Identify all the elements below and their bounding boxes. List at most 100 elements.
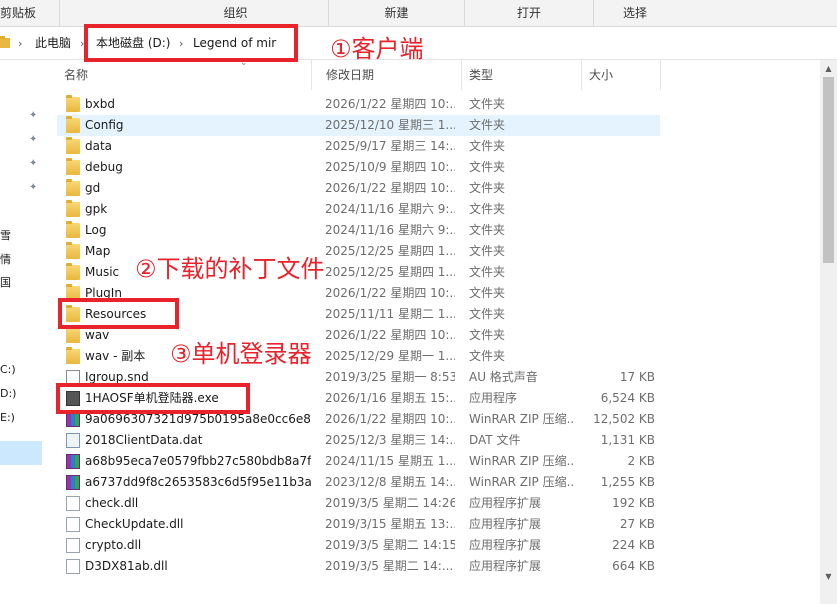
file-type: 应用程序扩展 bbox=[469, 517, 542, 531]
folder-icon bbox=[66, 221, 80, 238]
file-row[interactable]: debug 2025/10/9 星期四 10:... 文件夹 bbox=[57, 157, 660, 178]
file-date: 2026/1/22 星期四 10:... bbox=[325, 412, 455, 426]
file-name: data bbox=[85, 139, 113, 153]
column-header-date[interactable]: 修改日期 bbox=[319, 60, 462, 90]
folder-icon bbox=[66, 347, 80, 364]
pin-icon[interactable]: ✦ bbox=[29, 134, 39, 145]
column-header-size[interactable]: 大小 bbox=[582, 60, 661, 90]
file-type: 文件夹 bbox=[469, 328, 506, 342]
dll-icon bbox=[66, 517, 80, 532]
file-type: 应用程序扩展 bbox=[469, 538, 542, 552]
file-row[interactable]: crypto.dll 2019/3/5 星期二 14:15 应用程序扩展 224 KB bbox=[57, 535, 660, 556]
file-date: 2025/12/29 星期一 1... bbox=[325, 349, 455, 363]
folder-icon bbox=[66, 95, 80, 112]
file-row[interactable]: D3DX81ab.dll 2019/3/5 星期二 14:... 应用程序扩展 664… bbox=[57, 556, 660, 577]
column-header-name[interactable]: 名称 bbox=[57, 60, 312, 90]
file-size: 2 KB bbox=[627, 454, 655, 468]
file-type: AU 格式声音 bbox=[469, 370, 538, 384]
scroll-up-icon[interactable]: ▲ bbox=[824, 64, 833, 73]
file-type: 文件夹 bbox=[469, 202, 506, 216]
ribbon-group-open[interactable]: 打开 bbox=[465, 0, 594, 27]
file-size: 6,524 KB bbox=[600, 391, 655, 405]
column-header-bar: ⌄ 名称 修改日期 类型 大小 bbox=[57, 58, 820, 90]
file-type: 文件夹 bbox=[469, 139, 506, 153]
pin-icon[interactable]: ✦ bbox=[29, 110, 39, 121]
file-row[interactable]: data 2025/9/17 星期三 14:... 文件夹 bbox=[57, 136, 660, 157]
file-row[interactable]: gpk 2024/11/16 星期六 9:... 文件夹 bbox=[57, 199, 660, 220]
file-name: bxbd bbox=[85, 97, 115, 111]
scrollbar-thumb[interactable] bbox=[823, 77, 834, 263]
file-type: 文件夹 bbox=[469, 349, 506, 363]
folder-icon bbox=[66, 242, 80, 259]
folder-icon bbox=[0, 36, 10, 48]
nav-item[interactable]: 雪 bbox=[0, 227, 11, 243]
file-name: a6737dd9f8c2653583c6d5f95e11b3a... bbox=[85, 475, 311, 489]
annotation-box-launcher bbox=[56, 383, 250, 414]
winrar-zip-icon bbox=[66, 412, 80, 427]
ribbon-group-select[interactable]: 选择 bbox=[594, 0, 676, 27]
file-size: 192 KB bbox=[612, 496, 655, 510]
file-date: 2025/9/17 星期三 14:... bbox=[325, 139, 455, 153]
file-type: 应用程序扩展 bbox=[469, 496, 542, 510]
file-size: 17 KB bbox=[619, 370, 655, 384]
file-date: 2025/12/25 星期四 1... bbox=[325, 244, 455, 258]
file-date: 2025/11/11 星期二 1... bbox=[325, 307, 455, 321]
file-name: debug bbox=[85, 160, 123, 174]
winrar-zip-icon bbox=[66, 454, 80, 469]
file-date: 2026/1/16 星期五 15:... bbox=[325, 391, 455, 405]
nav-selected-highlight bbox=[0, 441, 42, 465]
annotation-box-resources bbox=[58, 298, 179, 329]
file-row[interactable]: CheckUpdate.dll 2019/3/15 星期五 13:... 应用程序扩… bbox=[57, 514, 660, 535]
file-row[interactable]: 2018ClientData.dat 2025/12/3 星期三 14:... DA… bbox=[57, 430, 660, 451]
nav-drive-d[interactable]: D:) bbox=[0, 387, 16, 400]
nav-drive-e[interactable]: E:) bbox=[0, 411, 15, 424]
file-name: Config bbox=[85, 118, 124, 132]
file-row[interactable]: wav - 副本 2025/12/29 星期一 1... 文件夹 bbox=[57, 346, 660, 367]
file-type: 文件夹 bbox=[469, 160, 506, 174]
file-date: 2026/1/22 星期四 10:... bbox=[325, 181, 455, 195]
ribbon-group-new[interactable]: 新建 bbox=[329, 0, 465, 27]
file-date: 2025/12/10 星期三 1... bbox=[325, 118, 455, 132]
file-date: 2026/1/22 星期四 10:... bbox=[325, 328, 455, 342]
file-date: 2023/12/8 星期五 14:... bbox=[325, 475, 455, 489]
file-row[interactable]: Config 2025/12/10 星期三 1... 文件夹 bbox=[57, 115, 660, 136]
file-row[interactable]: a6737dd9f8c2653583c6d5f95e11b3a... 2023/1… bbox=[57, 472, 660, 493]
file-size: 1,131 KB bbox=[600, 433, 655, 447]
file-row[interactable]: bxbd 2026/1/22 星期四 10:... 文件夹 bbox=[57, 94, 660, 115]
nav-drive-c[interactable]: C:) bbox=[0, 363, 16, 376]
scroll-down-icon[interactable]: ▼ bbox=[824, 572, 833, 581]
vertical-scrollbar[interactable]: ▲ ▼ bbox=[820, 60, 837, 604]
file-type: 文件夹 bbox=[469, 265, 506, 279]
nav-item[interactable]: 国 bbox=[0, 274, 11, 290]
file-size: 27 KB bbox=[619, 517, 655, 531]
file-type: 应用程序扩展 bbox=[469, 559, 542, 573]
dll-icon bbox=[66, 559, 80, 574]
file-name: CheckUpdate.dll bbox=[85, 517, 184, 531]
file-row[interactable]: gd 2026/1/22 星期四 10:... 文件夹 bbox=[57, 178, 660, 199]
file-row[interactable]: Log 2024/11/16 星期六 9:... 文件夹 bbox=[57, 220, 660, 241]
pin-icon[interactable]: ✦ bbox=[29, 158, 39, 169]
file-size: 12,502 KB bbox=[593, 412, 655, 426]
file-name: check.dll bbox=[85, 496, 139, 510]
file-type: WinRAR ZIP 压缩... bbox=[469, 454, 575, 468]
file-name: D3DX81ab.dll bbox=[85, 559, 168, 573]
file-date: 2025/12/3 星期三 14:... bbox=[325, 433, 455, 447]
file-size: 1,255 KB bbox=[600, 475, 655, 489]
file-date: 2025/10/9 星期四 10:... bbox=[325, 160, 455, 174]
file-name: gpk bbox=[85, 202, 108, 216]
file-row[interactable]: check.dll 2019/3/5 星期二 14:26 应用程序扩展 192 KB bbox=[57, 493, 660, 514]
ribbon-group-organize[interactable]: 组织 bbox=[143, 0, 329, 27]
file-row[interactable]: a68b95eca7e0579fbb27c580bdb8a7f... 2024/1… bbox=[57, 451, 660, 472]
dat-file-icon bbox=[66, 433, 80, 448]
ribbon-group-clipboard[interactable]: 剪贴板 bbox=[0, 0, 60, 27]
dll-icon bbox=[66, 538, 80, 553]
breadcrumb-this-pc[interactable]: 此电脑 bbox=[35, 27, 71, 60]
pin-icon[interactable]: ✦ bbox=[29, 182, 39, 193]
file-type: 应用程序 bbox=[469, 391, 518, 405]
file-name: gd bbox=[85, 181, 101, 195]
file-date: 2019/3/5 星期二 14:... bbox=[325, 559, 454, 573]
nav-item[interactable]: 情 bbox=[0, 251, 11, 267]
file-name: Log bbox=[85, 223, 107, 237]
annotation-client: ①客户端 bbox=[330, 35, 424, 63]
column-header-type[interactable]: 类型 bbox=[462, 60, 582, 90]
